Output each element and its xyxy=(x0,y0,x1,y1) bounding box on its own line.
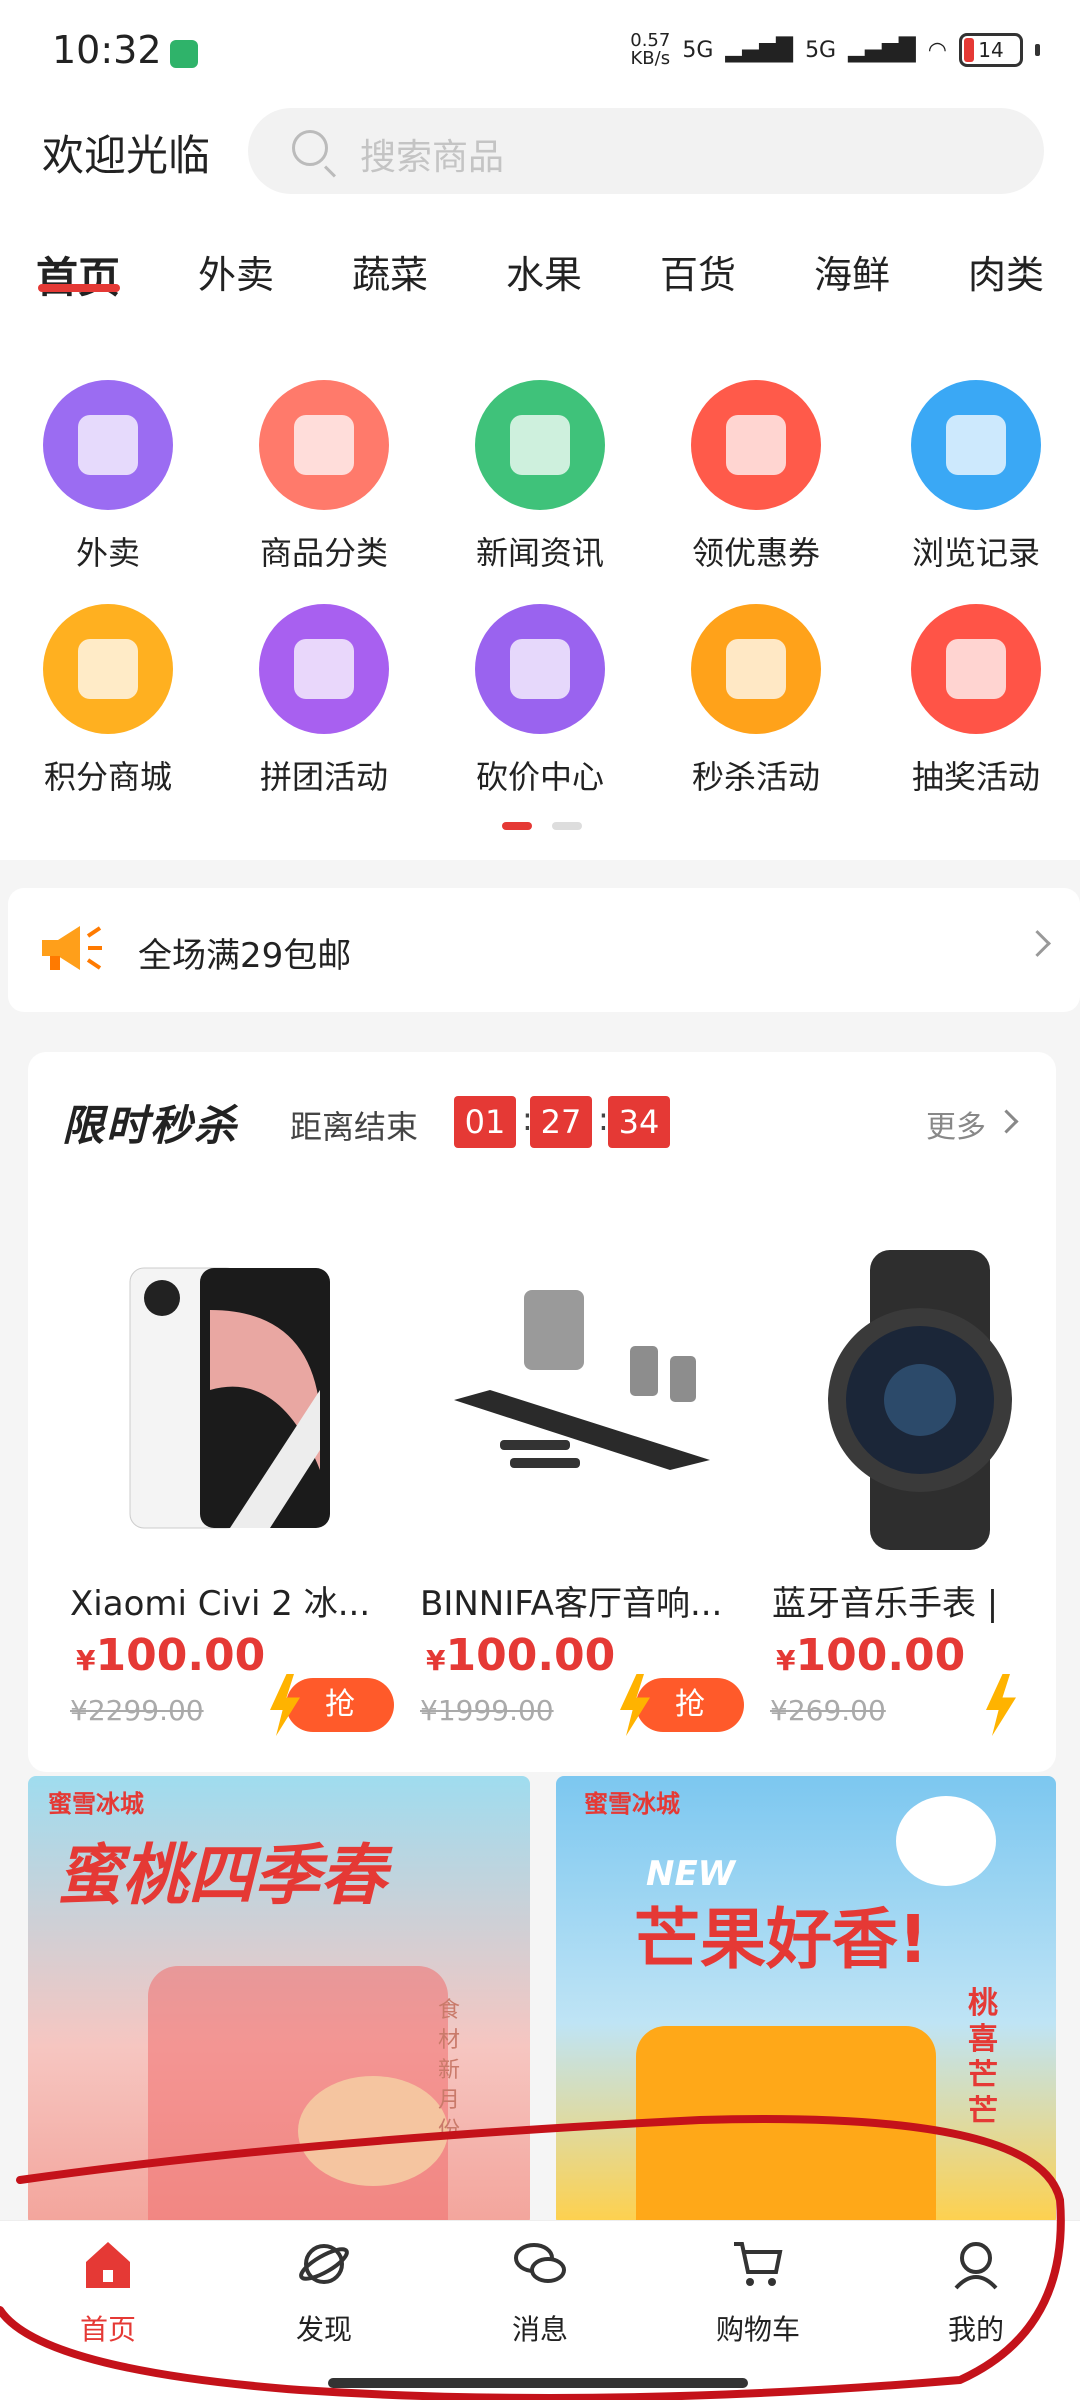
search-placeholder: 搜索商品 xyxy=(360,137,505,178)
product-image-phone[interactable] xyxy=(80,1250,380,1550)
nav-discover[interactable]: 发现 xyxy=(244,2236,404,2348)
banner-brand: 蜜雪冰城 xyxy=(584,1790,680,1818)
product-price: ¥100.00 xyxy=(76,1630,266,1681)
flash-sale-title: 限时秒杀 xyxy=(62,1101,239,1150)
drink-cup-image xyxy=(636,2026,936,2226)
notepad-icon xyxy=(911,380,1041,510)
signal-label-1: 5G xyxy=(682,37,714,63)
signal-bars-icon: ▂▄▆█ xyxy=(725,37,794,63)
status-indicators: 0.57 KB/s 5G ▂▄▆█ 5G ▂▄▆█ ◠ 14 xyxy=(630,32,1040,68)
banner-title: 蜜桃四季春 xyxy=(56,1837,386,1914)
banner-tag: 食材新月份 xyxy=(438,1998,461,2143)
grid-item-categories[interactable]: 商品分类 xyxy=(234,380,414,580)
tab-vegetables[interactable]: 蔬菜 xyxy=(352,244,428,299)
countdown-seconds: 34 xyxy=(608,1096,670,1148)
grid-item-takeout[interactable]: 外卖 xyxy=(18,380,198,580)
tab-general[interactable]: 百货 xyxy=(660,244,736,299)
tab-active-indicator xyxy=(38,284,120,292)
net-speed: 0.57 KB/s xyxy=(630,30,671,69)
sim-icon xyxy=(170,40,198,68)
pager-dot-active xyxy=(502,822,532,830)
lottery-wheel-icon xyxy=(911,604,1041,734)
countdown-hours: 01 xyxy=(454,1096,516,1148)
grid-item-news[interactable]: 新闻资讯 xyxy=(450,380,630,580)
product-name[interactable]: Xiaomi Civi 2 冰... xyxy=(70,1576,400,1625)
banner-title: 芒果好香! xyxy=(634,1901,929,1978)
gesture-home-bar[interactable] xyxy=(328,2378,748,2388)
grab-button[interactable]: 抢 xyxy=(620,1674,744,1736)
planet-icon xyxy=(299,2244,349,2284)
box-icon xyxy=(475,604,605,734)
product-original-price: ¥269.00 xyxy=(770,1694,886,1727)
grid-item-group-buy[interactable]: 拼团活动 xyxy=(234,604,414,804)
battery-icon: 14 xyxy=(959,33,1023,67)
product-name[interactable]: BINNIFA客厅音响... xyxy=(420,1576,750,1625)
status-time: 10:32 xyxy=(52,28,162,72)
product-price: ¥100.00 xyxy=(426,1630,616,1681)
notice-text: 全场满29包邮 xyxy=(138,936,352,976)
welcome-text: 欢迎光临 xyxy=(42,131,211,180)
promo-banner-peach[interactable]: 蜜雪冰城 蜜桃四季春 食材新月份 xyxy=(28,1776,530,2226)
promo-banner-mango[interactable]: 蜜雪冰城 NEW 芒果好香! 桃喜芒芒 xyxy=(556,1776,1056,2226)
status-bar: 10:32 0.57 KB/s 5G ▂▄▆█ 5G ▂▄▆█ ◠ 14 xyxy=(0,0,1080,100)
tab-takeout[interactable]: 外卖 xyxy=(198,244,274,299)
grid-item-history[interactable]: 浏览记录 xyxy=(886,380,1066,580)
user-icon xyxy=(954,2242,998,2290)
product-original-price: ¥1999.00 xyxy=(420,1694,554,1727)
shopping-bag-icon xyxy=(259,380,389,510)
alarm-clock-icon xyxy=(691,604,821,734)
nav-home[interactable]: 首页 xyxy=(28,2236,188,2348)
tab-meat[interactable]: 肉类 xyxy=(968,244,1044,299)
cart-icon xyxy=(734,2242,783,2286)
chat-bubbles-icon xyxy=(514,2243,566,2283)
coupon-icon xyxy=(691,380,821,510)
megaphone-icon xyxy=(42,926,102,970)
countdown-label: 距离结束 xyxy=(290,1108,419,1146)
signal-label-2: 5G xyxy=(805,37,837,63)
search-icon xyxy=(292,130,328,166)
peach-image xyxy=(298,2076,448,2186)
banner-side-text: 桃喜芒芒 xyxy=(968,1986,998,2129)
product-name[interactable]: 蓝牙音乐手表 | xyxy=(772,1576,1012,1625)
home-icon xyxy=(86,2242,130,2288)
signal-bars-icon: ▂▄▆█ xyxy=(848,37,916,63)
gift-bag-icon xyxy=(259,604,389,734)
product-price: ¥100.00 xyxy=(776,1630,966,1681)
grab-button[interactable]: 抢 xyxy=(270,1674,394,1736)
mascot-snowman-image xyxy=(896,1796,996,1886)
pager-dot xyxy=(552,822,582,830)
map-pin-icon xyxy=(43,380,173,510)
banner-brand: 蜜雪冰城 xyxy=(48,1790,144,1818)
countdown-minutes: 27 xyxy=(530,1096,592,1148)
tab-fruit[interactable]: 水果 xyxy=(506,244,582,299)
grid-item-bargain[interactable]: 砍价中心 xyxy=(450,604,630,804)
more-link[interactable]: 更多 xyxy=(926,1102,986,1146)
nav-me[interactable]: 我的 xyxy=(896,2236,1056,2348)
product-image-speaker[interactable] xyxy=(440,1250,740,1550)
nav-messages[interactable]: 消息 xyxy=(460,2236,620,2348)
grid-item-coupons[interactable]: 领优惠券 xyxy=(666,380,846,580)
wallet-icon xyxy=(43,604,173,734)
nav-cart[interactable]: 购物车 xyxy=(678,2236,838,2348)
grid-item-lottery[interactable]: 抽奖活动 xyxy=(886,604,1066,804)
wifi-icon: ◠ xyxy=(927,37,947,63)
tab-seafood[interactable]: 海鲜 xyxy=(814,244,890,299)
product-original-price: ¥2299.00 xyxy=(70,1694,204,1727)
grid-item-flash-sale[interactable]: 秒杀活动 xyxy=(666,604,846,804)
tab-home[interactable]: 首页 xyxy=(36,244,120,305)
grid-item-points-mall[interactable]: 积分商城 xyxy=(18,604,198,804)
product-image-watch[interactable] xyxy=(800,1250,1014,1550)
folder-icon xyxy=(475,380,605,510)
